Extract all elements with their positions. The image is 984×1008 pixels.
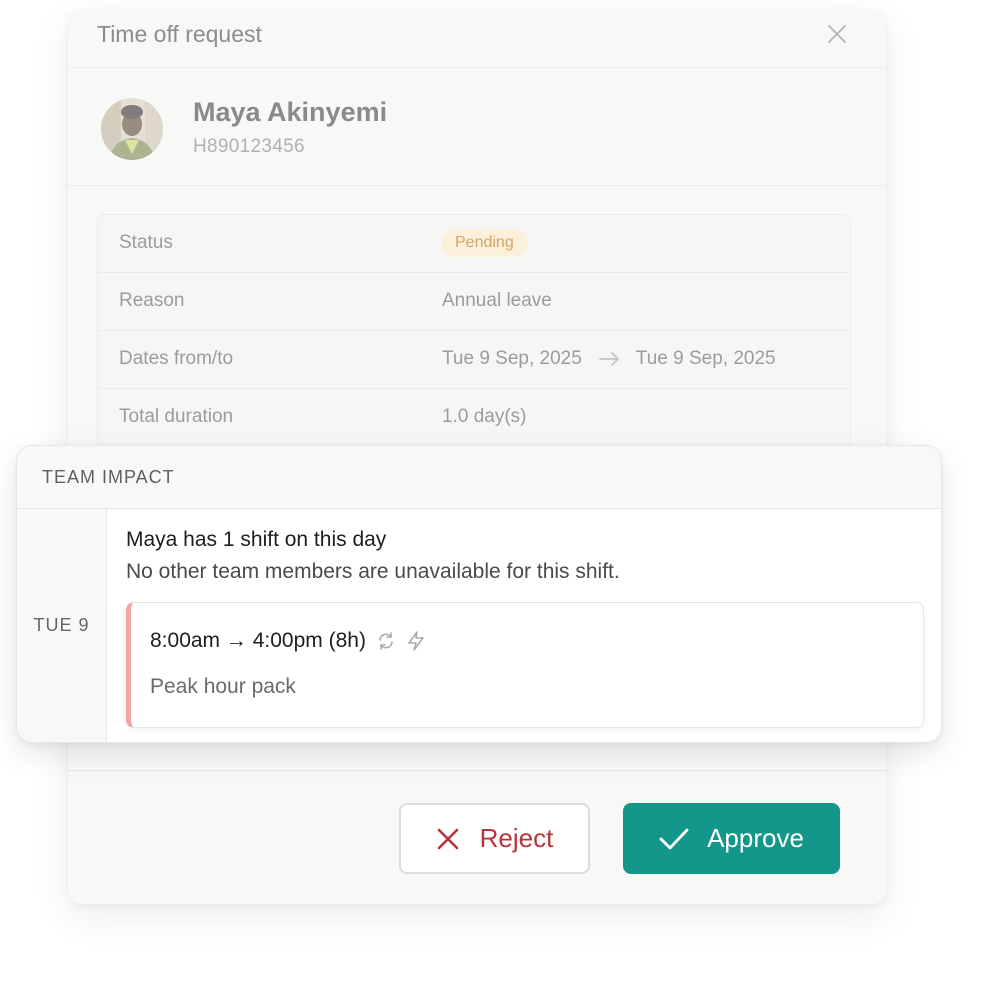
status-label: Status bbox=[119, 232, 173, 253]
shift-card[interactable]: 8:00am → 4:00pm (8h) Peak hour pack bbox=[126, 602, 924, 728]
reason-label: Reason bbox=[119, 290, 185, 311]
shift-name: Peak hour pack bbox=[150, 675, 296, 698]
repeat-icon bbox=[379, 632, 393, 650]
impact-subtext: No other team members are unavailable fo… bbox=[126, 560, 620, 583]
request-details-table: Status Pending Reason Annual leave Dates… bbox=[97, 214, 851, 448]
modal-title: Time off request bbox=[97, 21, 262, 47]
reject-button[interactable]: Reject bbox=[399, 803, 590, 874]
team-impact-title: TEAM IMPACT bbox=[42, 467, 175, 487]
shift-time-text: 8:00am → 4:00pm (8h) bbox=[150, 629, 366, 652]
team-impact-card: TEAM IMPACT TUE 9 Maya has 1 shift on th… bbox=[16, 445, 942, 743]
team-impact-header: TEAM IMPACT bbox=[17, 446, 941, 509]
reject-label: Reject bbox=[479, 823, 554, 853]
shift-time: 8:00am → 4:00pm (8h) bbox=[150, 629, 426, 653]
x-icon bbox=[437, 828, 458, 849]
day-column: TUE 9 bbox=[17, 509, 107, 742]
employee-id: H890123456 bbox=[193, 136, 305, 157]
duration-value: 1.0 day(s) bbox=[442, 406, 527, 427]
modal-footer: Reject Approve bbox=[68, 770, 886, 904]
date-to: Tue 9 Sep, 2025 bbox=[635, 348, 776, 369]
status-row: Status Pending bbox=[98, 215, 850, 273]
duration-label: Total duration bbox=[119, 406, 234, 427]
check-icon bbox=[659, 828, 689, 849]
shift-icons bbox=[376, 631, 426, 651]
dates-value: Tue 9 Sep, 2025 Tue 9 Sep, 2025 bbox=[442, 348, 776, 370]
day-label: TUE 9 bbox=[33, 615, 90, 635]
employee-profile: Maya Akinyemi H890123456 bbox=[68, 68, 886, 186]
reason-row: Reason Annual leave bbox=[98, 273, 850, 331]
approve-label: Approve bbox=[707, 823, 804, 853]
avatar-photo bbox=[101, 98, 163, 160]
lightning-icon bbox=[408, 631, 424, 651]
impact-summary: Maya has 1 shift on this day No other te… bbox=[126, 528, 620, 584]
duration-row: Total duration 1.0 day(s) bbox=[98, 389, 850, 447]
status-badge: Pending bbox=[441, 229, 528, 257]
avatar bbox=[101, 98, 163, 160]
approve-button[interactable]: Approve bbox=[623, 803, 840, 874]
modal-header: Time off request bbox=[68, 10, 886, 68]
arrow-right-icon bbox=[598, 352, 619, 366]
close-icon[interactable] bbox=[826, 23, 848, 45]
employee-name: Maya Akinyemi bbox=[193, 97, 388, 127]
date-from: Tue 9 Sep, 2025 bbox=[442, 348, 582, 369]
dates-label: Dates from/to bbox=[119, 348, 234, 369]
reason-value: Annual leave bbox=[442, 290, 552, 311]
dates-row: Dates from/to Tue 9 Sep, 2025 Tue 9 Sep,… bbox=[98, 331, 850, 389]
impact-heading: Maya has 1 shift on this day bbox=[126, 528, 387, 551]
